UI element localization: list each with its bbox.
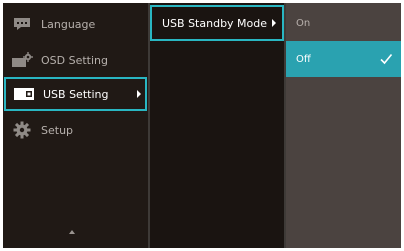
submenu-item-label: USB Standby Mode xyxy=(162,16,268,30)
submenu: USB Standby Mode xyxy=(150,3,284,248)
menu-item-setup[interactable]: Setup xyxy=(3,115,148,145)
submenu-item-usb-standby-mode[interactable]: USB Standby Mode xyxy=(150,5,284,41)
language-icon xyxy=(11,16,33,32)
osd-setting-icon xyxy=(11,52,33,68)
menu-item-usb-setting[interactable]: USB Setting xyxy=(4,77,147,111)
menu-item-label: Language xyxy=(41,17,96,31)
option-off[interactable]: Off xyxy=(286,41,401,77)
option-label: Off xyxy=(296,53,311,65)
menu-item-label: OSD Setting xyxy=(41,53,108,67)
menu-item-label: Setup xyxy=(41,123,74,137)
option-label: On xyxy=(296,17,311,29)
checkmark-icon xyxy=(380,53,393,65)
usb-setting-icon xyxy=(13,86,35,102)
main-menu: Language OSD Setting USB Setting Setup xyxy=(3,3,148,248)
chevron-right-icon xyxy=(272,19,276,27)
option-on[interactable]: On xyxy=(286,5,401,41)
gear-icon xyxy=(11,121,33,139)
osd-menu: Language OSD Setting USB Setting Setup U… xyxy=(3,3,401,248)
menu-item-language[interactable]: Language xyxy=(3,9,148,39)
menu-item-osd-setting[interactable]: OSD Setting xyxy=(3,45,148,75)
options-panel: On Off xyxy=(286,3,401,248)
menu-item-label: USB Setting xyxy=(43,87,109,101)
chevron-right-icon xyxy=(137,90,141,98)
scroll-up-arrow-icon[interactable] xyxy=(69,230,75,234)
